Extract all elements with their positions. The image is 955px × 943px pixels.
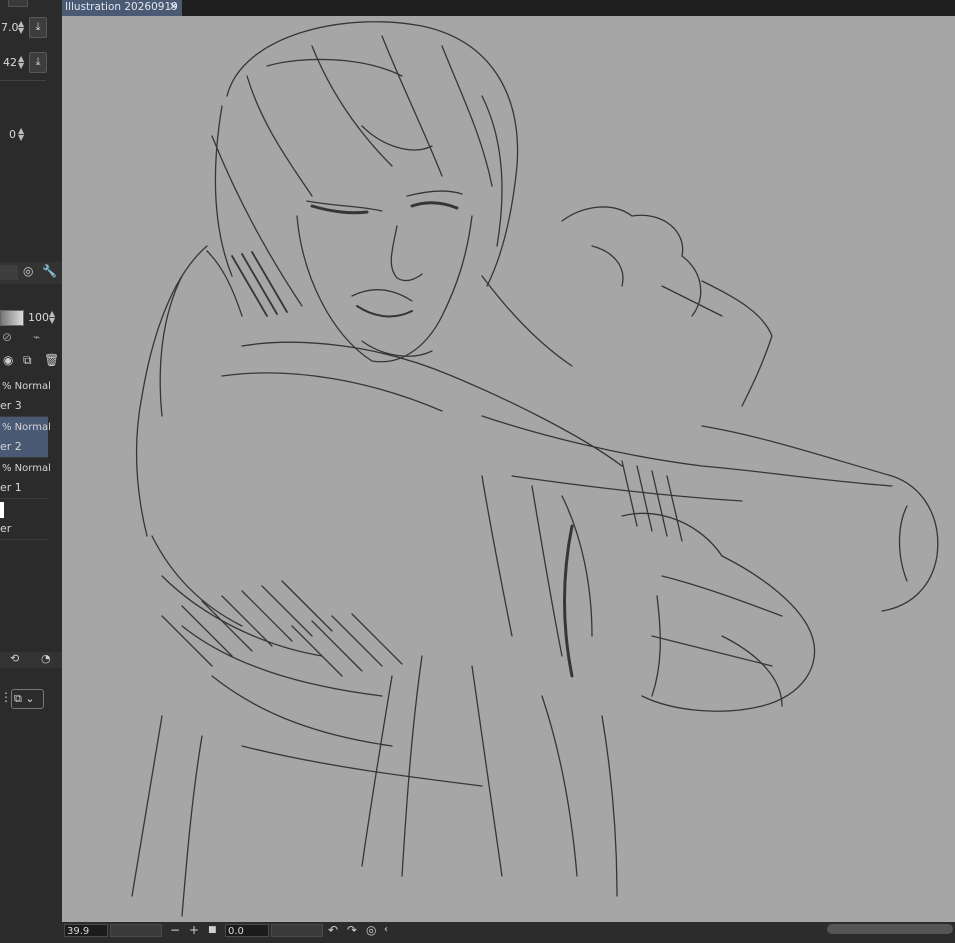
fit-view-icon[interactable]: ■ xyxy=(208,923,217,937)
layer-opacity-slider[interactable] xyxy=(0,310,24,326)
reference-layer-icon[interactable]: ⊘ xyxy=(2,330,12,344)
copy-icon: ⧉ xyxy=(14,692,22,705)
left-panel: 7.0 ▲ ▼ ⤓ 42 ▲ ▼ ⤓ 0 ▲ ▼ ◎ 🔧 100 ▲ ▼ ⊘ ⌁ ◉ ⧉… xyxy=(0,0,62,943)
reset-view-icon[interactable]: ◔ xyxy=(41,652,51,665)
menu-icon[interactable] xyxy=(8,0,28,7)
layer-name: er xyxy=(0,522,12,535)
reset-rotation-icon[interactable]: ◎ xyxy=(366,923,376,937)
navigator-footer: ⟲ ◔ xyxy=(0,652,62,668)
zoom-field[interactable]: 39.9 xyxy=(64,924,108,937)
new-layer-icon[interactable]: ⧉ xyxy=(23,353,32,368)
opacity-spinner-icon[interactable]: ▲ ▼ xyxy=(18,55,24,70)
zoom-slider[interactable] xyxy=(110,924,162,937)
brush-size-download-icon[interactable]: ⤓ xyxy=(29,17,47,38)
wrench-icon[interactable]: 🔧 xyxy=(42,264,57,278)
chevron-left-icon[interactable]: ‹ xyxy=(384,923,388,937)
layer-row[interactable]: % Normal er 3 xyxy=(0,376,51,417)
layer-blend-mode: % Normal xyxy=(2,463,51,474)
chevron-down-icon: ⌄ xyxy=(21,692,35,705)
status-bar: 39.9 − + ■ 0.0 ↶ ↷ ◎ ‹ xyxy=(62,922,955,943)
horizontal-scrollbar[interactable] xyxy=(827,924,953,934)
layer-opacity-value[interactable]: 100 xyxy=(28,311,49,324)
opacity-download-icon[interactable]: ⤓ xyxy=(29,52,47,73)
rotation-slider[interactable] xyxy=(271,924,323,937)
layer-blend-mode: % Normal xyxy=(2,422,51,433)
layer-row[interactable]: er xyxy=(0,499,48,540)
flip-icon[interactable]: ⟲ xyxy=(10,652,19,665)
zoom-in-icon[interactable]: + xyxy=(189,923,199,937)
zoom-out-icon[interactable]: − xyxy=(170,923,180,937)
trash-icon[interactable]: 🗑 xyxy=(44,353,59,367)
layer-name: er 2 xyxy=(0,440,22,453)
rotate-view-icon[interactable]: ◎ xyxy=(23,264,33,278)
rotation-field[interactable]: 0.0 xyxy=(225,924,269,937)
brush-size-value[interactable]: 7.0 xyxy=(1,21,19,34)
rotate-left-icon[interactable]: ↶ xyxy=(328,923,338,937)
layer-opacity-spinner-icon[interactable]: ▲ ▼ xyxy=(49,310,55,325)
divider xyxy=(0,80,46,81)
layer-row-selected[interactable]: % Normal er 2 xyxy=(0,417,51,458)
brush-size-spinner-icon[interactable]: ▲ ▼ xyxy=(18,20,24,35)
rotate-right-icon[interactable]: ↷ xyxy=(347,923,357,937)
drawing-canvas[interactable] xyxy=(62,16,955,922)
sketch-artwork xyxy=(131,21,939,917)
layer-blend-mode: % Normal xyxy=(2,381,51,392)
layer-name: er 3 xyxy=(0,399,22,412)
layer-name: er 1 xyxy=(0,481,22,494)
display-mode-dropdown[interactable]: ⧉ ⌄ xyxy=(11,689,44,709)
layer-thumbnail xyxy=(0,502,4,518)
stabilization-value[interactable]: 0 xyxy=(9,128,16,141)
opacity-value[interactable]: 42 xyxy=(3,56,17,69)
stabilization-spinner-icon[interactable]: ▲ ▼ xyxy=(18,127,24,142)
close-icon[interactable]: ✕ xyxy=(169,0,178,14)
clip-layer-icon[interactable]: ⌁ xyxy=(33,330,40,344)
document-tab[interactable]: Illustration 20260919 ✕ xyxy=(62,0,182,16)
mask-icon[interactable]: ◉ xyxy=(3,353,13,367)
tool-panel-footer: ◎ 🔧 xyxy=(0,262,62,284)
document-tab-title: Illustration 20260919 xyxy=(65,1,178,13)
layer-row[interactable]: % Normal er 1 xyxy=(0,458,51,499)
